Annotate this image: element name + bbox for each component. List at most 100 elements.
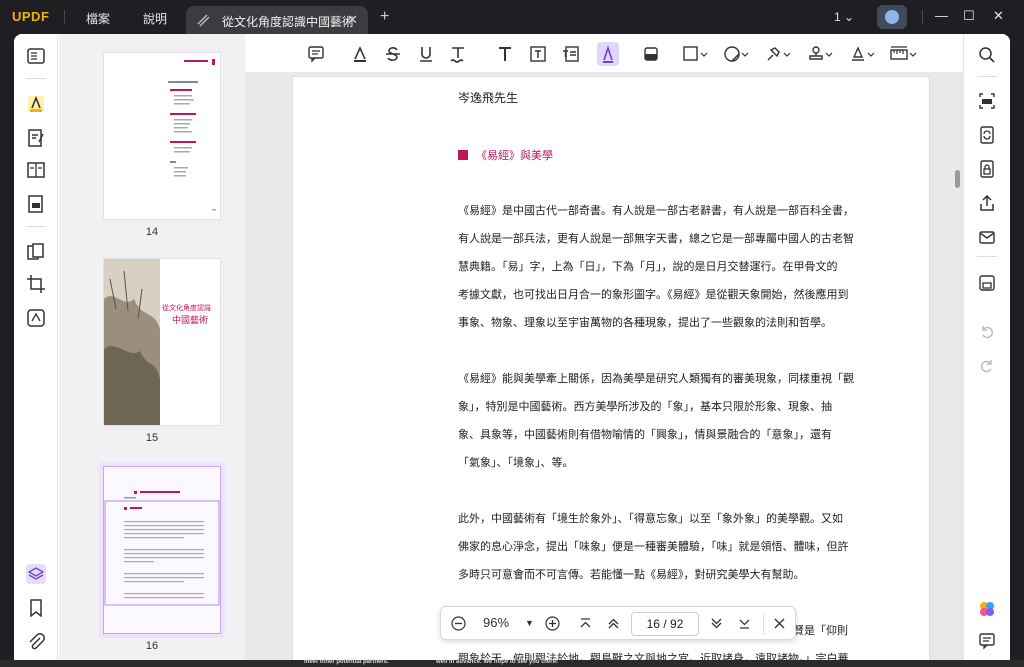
email-icon[interactable] <box>978 228 996 246</box>
paragraph-line: 《易經》能與美學牽上關係，因為美學是研究人類獨有的審美現象，同樣重視「觀 <box>458 372 854 385</box>
last-page-icon[interactable] <box>738 617 751 630</box>
menu-file[interactable]: 檔案 <box>86 10 110 27</box>
thumbnail-content <box>104 491 220 606</box>
divider <box>64 10 65 24</box>
close-window-button[interactable]: ✕ <box>993 8 1004 24</box>
landscape-painting <box>104 259 160 425</box>
app-window: 14 從文化角度認識 中國藝術 15 16 岑逸飛先生 《易經》與美學 《易經》… <box>14 34 1010 661</box>
zoom-in-icon[interactable] <box>545 616 560 631</box>
paragraph-line: 有人說是一部兵法，更有人說是一部無字天書，總之它是一部專屬中國人的古老智 <box>458 232 854 245</box>
signature-icon[interactable] <box>849 44 875 64</box>
text-box-icon[interactable] <box>496 44 514 64</box>
document-area: 岑逸飛先生 《易經》與美學 《易經》是中國古代一部奇書。有人說是一部古老辭書，有… <box>245 34 963 661</box>
layers-icon[interactable] <box>26 564 46 584</box>
highlight-icon[interactable] <box>351 44 369 64</box>
page-number-field[interactable]: 16 / 92 <box>631 612 699 636</box>
underline-icon[interactable] <box>417 44 435 64</box>
thumbnail-content <box>168 59 216 211</box>
paragraph-line: 象」，特別是中國藝術。西方美學所涉及的「象」，基本只限於形象、現象、抽 <box>458 400 832 413</box>
document-tab-icon <box>197 14 210 27</box>
avatar-icon <box>885 10 899 24</box>
edit-pdf-icon[interactable] <box>26 128 46 148</box>
organize-pages-icon[interactable] <box>26 160 46 180</box>
tab-close-icon[interactable]: ✕ <box>347 12 358 28</box>
measure-icon[interactable] <box>889 44 917 64</box>
app-logo: UPDF <box>12 9 50 24</box>
zoom-toolbar: 96% ▼ 16 / 92 <box>440 606 796 640</box>
zoom-dropdown-icon[interactable]: ▼ <box>525 618 534 628</box>
fill-sign-icon[interactable] <box>26 194 46 214</box>
comment-tool-icon[interactable] <box>26 94 46 114</box>
zoom-level[interactable]: 96% <box>483 615 509 630</box>
search-icon[interactable] <box>978 46 996 64</box>
close-zoom-bar-icon[interactable] <box>773 617 786 630</box>
paragraph-line: 象、具象等，中國藝術則有借物喻情的「興象」，情與景融合的「意象」，還有 <box>458 428 832 441</box>
divider <box>977 256 997 257</box>
ai-assistant-icon[interactable] <box>978 600 996 618</box>
convert-icon[interactable] <box>978 126 996 144</box>
tab-title: 從文化角度認識中國藝術 <box>222 15 355 29</box>
new-tab-button[interactable]: + <box>380 8 389 26</box>
window-page-indicator[interactable]: 1 ⌄ <box>834 10 854 24</box>
paragraph-line: 「氣象」、「境象」、等。 <box>458 456 574 469</box>
paragraph-line: 此外，中國藝術有「境生於象外」、「得意忘象」以至「象外象」的美學觀。又如 <box>458 512 843 525</box>
text-callout-icon[interactable] <box>529 44 547 64</box>
pdf-page: 岑逸飛先生 《易經》與美學 《易經》是中國古代一部奇書。有人說是一部古老辭書，有… <box>292 76 930 661</box>
thumbnail-page-16[interactable] <box>103 466 221 634</box>
divider <box>26 78 46 79</box>
divider <box>26 226 46 227</box>
thumbnail-panel: 14 從文化角度認識 中國藝術 15 16 <box>59 34 245 661</box>
paragraph-line: 考據文獻，也可找出日月合一的象形圖字。《易經》是從觀天象開始，然後應用到 <box>458 288 849 301</box>
author-name: 岑逸飛先生 <box>458 91 519 105</box>
paragraph-line: 佛家的息心淨念，提出「味象」便是一種審美體驗，「味」就是領悟、體味，但許 <box>458 540 849 553</box>
eraser-icon[interactable] <box>642 44 660 64</box>
right-tool-rail <box>963 34 1010 661</box>
chevron-down-icon: ⌄ <box>844 10 855 24</box>
minimize-button[interactable]: — <box>935 8 948 23</box>
first-page-icon[interactable] <box>579 617 592 630</box>
zoom-out-icon[interactable] <box>451 616 466 631</box>
previous-page-icon[interactable] <box>607 617 620 630</box>
cover-subtitle: 從文化角度認識 <box>162 304 211 312</box>
maximize-button[interactable]: ☐ <box>963 8 975 24</box>
background-text: meet other potential partners. <box>304 659 389 665</box>
paragraph-line: 事象、物象、理象以至宇宙萬物的各種現象，提出了一些觀象的法則和哲學。 <box>458 316 832 329</box>
next-page-icon[interactable] <box>710 617 723 630</box>
divider <box>977 76 997 77</box>
squiggly-icon[interactable] <box>449 44 467 64</box>
pin-icon[interactable] <box>765 44 791 64</box>
section-heading: 《易經》與美學 <box>458 147 553 163</box>
background-window-strip: meet other potential partners. well in a… <box>0 659 1024 667</box>
cover-title: 中國藝術 <box>172 316 209 326</box>
ocr-icon[interactable] <box>978 92 996 110</box>
background-text: well in advance. We hope to see you ther… <box>436 659 558 665</box>
strikethrough-icon[interactable] <box>384 44 402 64</box>
vertical-scrollbar[interactable] <box>955 170 960 188</box>
protect-icon[interactable] <box>978 160 996 178</box>
divider <box>922 10 923 24</box>
share-icon[interactable] <box>978 194 996 212</box>
shape-icon[interactable] <box>682 44 708 64</box>
ai-tools-icon[interactable] <box>26 308 46 328</box>
pencil-icon[interactable] <box>597 42 619 66</box>
user-avatar[interactable] <box>877 5 907 29</box>
document-tab[interactable]: 從文化角度認識中國藝術 ✕ <box>186 6 368 34</box>
redo-icon[interactable] <box>978 356 996 374</box>
text-comment-icon[interactable] <box>562 44 580 64</box>
save-icon[interactable] <box>978 274 996 292</box>
sticky-note-icon[interactable] <box>307 44 325 64</box>
reader-mode-icon[interactable] <box>26 46 46 66</box>
crop-icon[interactable] <box>26 274 46 294</box>
page-tools-icon[interactable] <box>26 242 46 262</box>
sticker-icon[interactable] <box>723 44 749 64</box>
thumbnail-label: 16 <box>145 640 159 652</box>
comments-panel-icon[interactable] <box>978 632 996 650</box>
paragraph-line: 多時只可意會而不可言傳。若能懂一點《易經》，對研究美學大有幫助。 <box>458 568 805 581</box>
menu-help[interactable]: 說明 <box>143 10 167 27</box>
undo-icon[interactable] <box>978 322 996 340</box>
stamp-icon[interactable] <box>807 44 833 64</box>
bookmark-icon[interactable] <box>26 598 46 618</box>
attachment-icon[interactable] <box>26 632 46 652</box>
thumbnail-page-15[interactable]: 從文化角度認識 中國藝術 <box>103 258 221 426</box>
thumbnail-page-14[interactable] <box>103 52 221 220</box>
